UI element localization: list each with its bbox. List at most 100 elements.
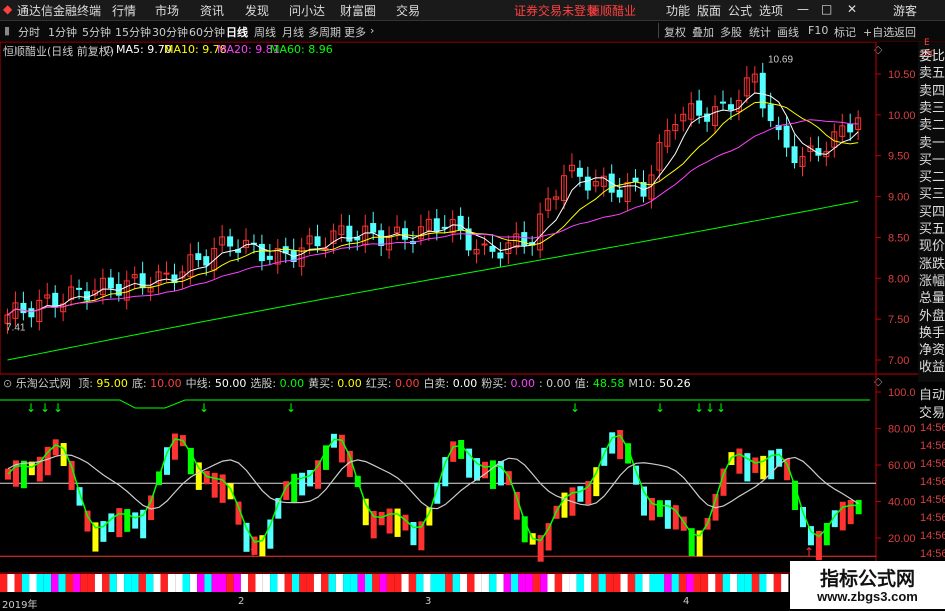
signal-strip-cell bbox=[773, 574, 782, 592]
ind-bar bbox=[664, 500, 671, 529]
ind-tick-label: 60.00 bbox=[888, 460, 916, 472]
period-tab-1min[interactable]: 1分钟 bbox=[48, 24, 77, 40]
app-title: 通达信金融终端 bbox=[17, 4, 102, 18]
tool-multi-stock[interactable]: 多股 bbox=[720, 24, 742, 40]
ind-bar bbox=[124, 509, 131, 532]
signal-strip-cell bbox=[547, 574, 555, 592]
candle-body bbox=[266, 255, 273, 260]
menu-item-options[interactable]: 选项 bbox=[759, 2, 783, 19]
stock-name: 恒顺醋业 bbox=[588, 4, 637, 18]
period-tab-more[interactable]: 更多 bbox=[344, 24, 366, 40]
ind-bar bbox=[577, 486, 584, 502]
time-label-7: 14:56 bbox=[920, 548, 945, 560]
high-price-label: 10.69 bbox=[768, 54, 793, 65]
tool-draw[interactable]: 画线 bbox=[777, 24, 799, 40]
auto-label[interactable]: 自动 bbox=[919, 384, 945, 403]
menu-item-wealth[interactable]: 财富圈 bbox=[340, 2, 376, 19]
side-item-2[interactable]: 卖四 bbox=[919, 83, 945, 100]
maximize-icon[interactable]: □ bbox=[821, 2, 832, 16]
signal-strip-cell bbox=[182, 574, 190, 592]
period-tab-5min[interactable]: 5分钟 bbox=[82, 24, 111, 40]
tool-overlay[interactable]: 叠加 bbox=[692, 24, 714, 40]
watermark-url: www.zbgs3.com bbox=[817, 589, 918, 604]
period-tab-multi[interactable]: 多周期 bbox=[308, 24, 341, 40]
side-item-7[interactable]: 买二 bbox=[919, 169, 945, 186]
ind-bar bbox=[847, 499, 854, 525]
ind-bar bbox=[211, 472, 218, 498]
period-tab-15min[interactable]: 15分钟 bbox=[115, 24, 151, 40]
side-item-17[interactable]: 净资 bbox=[919, 342, 945, 359]
ind-bar bbox=[394, 508, 401, 537]
tool-mark[interactable]: 标记 bbox=[834, 24, 856, 40]
period-tab-monthly[interactable]: 月线 bbox=[282, 24, 304, 40]
period-tab-daily[interactable]: 日线 bbox=[226, 24, 248, 40]
signal-strip-cell bbox=[423, 574, 431, 592]
side-item-1[interactable]: 卖五 bbox=[919, 65, 945, 82]
signal-strip-cell bbox=[146, 574, 154, 592]
tool-f10[interactable]: F10 bbox=[808, 24, 828, 37]
ind-bar bbox=[330, 433, 337, 448]
signal-color-strip bbox=[0, 574, 789, 592]
side-item-12[interactable]: 涨跌 bbox=[919, 256, 945, 273]
side-item-4[interactable]: 卖二 bbox=[919, 117, 945, 134]
signal-strip-cell bbox=[467, 574, 475, 592]
side-item-5[interactable]: 卖一 bbox=[919, 135, 945, 152]
period-tab-30min[interactable]: 30分钟 bbox=[152, 24, 188, 40]
tool-adjust[interactable]: 复权 bbox=[664, 24, 686, 40]
side-item-9[interactable]: 买四 bbox=[919, 204, 945, 221]
login-notice[interactable]: 证券交易未登录 bbox=[514, 2, 598, 19]
close-icon[interactable]: ✕ bbox=[847, 2, 857, 16]
signal-strip-cell bbox=[489, 574, 497, 592]
side-item-8[interactable]: 买三 bbox=[919, 186, 945, 203]
toggle-icon[interactable]: ▮ bbox=[4, 24, 10, 37]
candle-body bbox=[314, 236, 321, 247]
candle-body bbox=[497, 252, 504, 259]
guest-label[interactable]: 游客 bbox=[893, 2, 917, 19]
side-item-10[interactable]: 买五 bbox=[919, 221, 945, 238]
side-item-15[interactable]: 外盘 bbox=[919, 308, 945, 325]
menu-item-discover[interactable]: 发现 bbox=[245, 2, 269, 19]
menu-item-layout[interactable]: 版面 bbox=[697, 2, 721, 19]
signal-strip-cell bbox=[554, 574, 563, 592]
menu-item-quotes[interactable]: 行情 bbox=[112, 2, 136, 19]
menu-item-function[interactable]: 功能 bbox=[666, 2, 690, 19]
side-item-18[interactable]: 收益 bbox=[919, 359, 945, 376]
side-item-6[interactable]: 买一 bbox=[919, 152, 945, 169]
kline-chart[interactable]: 10.50 10.00 9.50 9.00 8.50 8.00 7.50 7.00 10.69 7… bbox=[0, 42, 918, 574]
menu-item-formula[interactable]: 公式 bbox=[728, 2, 752, 19]
signal-strip-cell bbox=[372, 574, 380, 592]
tool-back[interactable]: 返回 bbox=[894, 24, 916, 40]
side-item-13[interactable]: 涨幅 bbox=[919, 273, 945, 290]
date-label-feb: 2 bbox=[238, 596, 245, 607]
tool-watchlist[interactable]: +自选 bbox=[863, 24, 894, 40]
candle-body bbox=[632, 177, 639, 182]
signal-strip-cell bbox=[525, 574, 533, 592]
minimize-icon[interactable]: — bbox=[797, 2, 809, 16]
trade-label[interactable]: 交易 bbox=[919, 402, 945, 421]
sell-arrow-icon: ↓ bbox=[694, 401, 704, 415]
signal-strip-cell bbox=[649, 574, 657, 592]
menu-item-trade[interactable]: 交易 bbox=[396, 2, 420, 19]
side-item-3[interactable]: 卖三 bbox=[919, 100, 945, 117]
ind-bar bbox=[458, 440, 465, 459]
app-logo-icon: ◆ bbox=[3, 2, 13, 16]
signal-strip-cell bbox=[569, 574, 577, 592]
side-item-11[interactable]: 现价 bbox=[919, 238, 945, 255]
period-tab-weekly[interactable]: 周线 bbox=[254, 24, 276, 40]
menu-item-market[interactable]: 市场 bbox=[155, 2, 179, 19]
menu-item-news[interactable]: 资讯 bbox=[200, 2, 224, 19]
side-item-14[interactable]: 总量 bbox=[919, 290, 945, 307]
side-item-16[interactable]: 换手 bbox=[919, 325, 945, 342]
sell-arrow-icon: ↓ bbox=[705, 401, 715, 415]
menu-item-ask[interactable]: 问小达 bbox=[289, 2, 325, 19]
side-item-0[interactable]: 委比 bbox=[919, 48, 945, 65]
signal-strip-cell bbox=[335, 574, 344, 592]
more-chevron-icon[interactable]: › bbox=[370, 24, 374, 37]
period-tab-tick[interactable]: 分时 bbox=[18, 24, 40, 40]
time-label-5: 14:56 bbox=[920, 512, 945, 524]
sell-arrow-icon: ↓ bbox=[286, 401, 296, 415]
indicator-side: 自动 交易 bbox=[918, 384, 945, 424]
signal-strip-cell bbox=[109, 574, 117, 592]
tool-stats[interactable]: 统计 bbox=[749, 24, 771, 40]
period-tab-60min[interactable]: 60分钟 bbox=[189, 24, 225, 40]
